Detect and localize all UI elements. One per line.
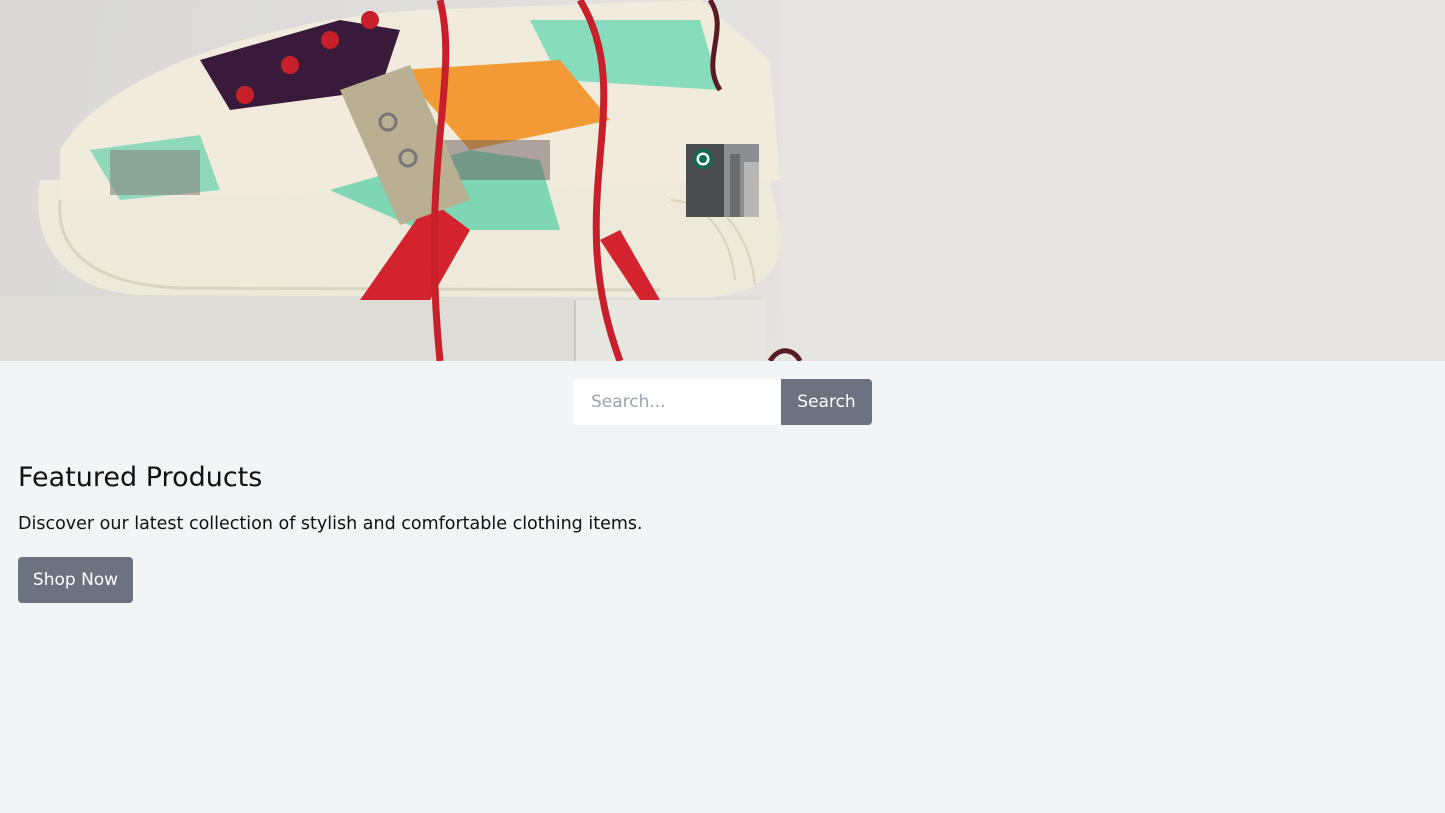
featured-description: Discover our latest collection of stylis… <box>18 514 643 534</box>
featured-section: Featured Products Discover our latest co… <box>18 459 1218 603</box>
hero-banner <box>0 0 1445 361</box>
search-button[interactable]: Search <box>781 379 872 425</box>
shop-now-button[interactable]: Shop Now <box>18 557 133 603</box>
featured-title: Featured Products <box>18 462 263 493</box>
search-input[interactable] <box>573 379 781 425</box>
starbucks-logo <box>686 144 759 217</box>
search-bar: Search <box>573 379 872 425</box>
